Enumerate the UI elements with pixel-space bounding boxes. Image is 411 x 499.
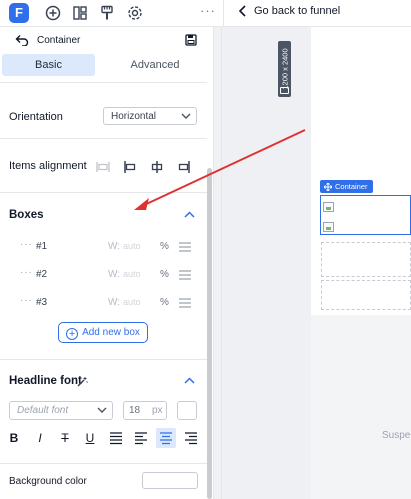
font-family-placeholder: Default font — [17, 405, 69, 416]
align-start-icon[interactable] — [123, 160, 137, 174]
monitor-icon — [280, 87, 289, 94]
chevron-down-icon — [181, 113, 191, 119]
panel-divider — [213, 27, 222, 499]
drag-handle-icon[interactable]: ··· — [20, 267, 33, 278]
page-section — [311, 315, 411, 499]
unit-label: % — [160, 269, 169, 280]
save-icon[interactable] — [185, 34, 197, 46]
boxes-section-title: Boxes — [9, 209, 44, 221]
items-alignment-label: Items alignment — [9, 160, 87, 172]
chevron-up-icon[interactable] — [184, 377, 195, 384]
align-end-icon[interactable] — [177, 160, 191, 174]
more-icon[interactable]: ··· — [200, 3, 216, 18]
width-input[interactable]: auto — [123, 297, 141, 307]
chevron-left-icon — [238, 5, 246, 17]
divider — [0, 138, 207, 139]
panel-header: Container — [0, 27, 212, 55]
box-name: #3 — [36, 297, 48, 308]
orientation-select[interactable]: Horizontal — [103, 107, 197, 125]
background-color-swatch[interactable] — [142, 472, 198, 489]
chevron-up-icon[interactable] — [184, 211, 195, 218]
selected-container[interactable] — [320, 195, 411, 235]
magic-wand-icon[interactable] — [77, 376, 88, 387]
align-justify-icon[interactable] — [107, 429, 125, 447]
layout-icon[interactable] — [71, 4, 89, 22]
box-row: ··· #1 W: auto % — [0, 239, 207, 259]
canvas: 1200 x 2400 Container — [222, 27, 411, 499]
menu-icon[interactable] — [179, 270, 191, 280]
drag-handle-icon[interactable]: ··· — [20, 239, 33, 250]
width-label: W: — [108, 297, 121, 308]
container-tag-label: Container — [335, 182, 368, 191]
app-logo[interactable]: F — [9, 3, 29, 23]
back-arrow-icon[interactable] — [15, 34, 29, 46]
bold-button[interactable]: B — [5, 429, 23, 447]
font-size-unit: px — [152, 405, 163, 416]
box-row: ··· #3 W: auto % — [0, 295, 207, 315]
align-right-icon[interactable] — [182, 429, 200, 447]
drag-handle-icon[interactable]: ··· — [20, 295, 33, 306]
font-size-value: 18 — [129, 405, 141, 416]
panel-scrollbar[interactable] — [207, 168, 212, 499]
settings-icon[interactable] — [126, 4, 144, 22]
align-center-text-icon[interactable] — [156, 428, 176, 448]
add-new-box-label: Add new box — [82, 327, 140, 338]
divider — [223, 0, 224, 27]
divider — [0, 463, 207, 464]
canvas-text: Suspe — [382, 430, 411, 441]
width-label: W: — [108, 269, 121, 280]
align-stretch-icon[interactable] — [96, 160, 110, 174]
add-icon[interactable] — [44, 4, 62, 22]
move-icon — [324, 182, 332, 191]
empty-box[interactable] — [321, 280, 411, 310]
container-tag[interactable]: Container — [320, 180, 373, 193]
orientation-label: Orientation — [9, 111, 63, 123]
broken-image-icon — [323, 202, 334, 212]
unit-label: % — [160, 241, 169, 252]
broken-image-icon — [323, 222, 334, 232]
divider — [0, 359, 207, 360]
chevron-down-icon — [97, 407, 107, 413]
divider — [0, 82, 207, 83]
font-color-swatch[interactable] — [177, 401, 197, 420]
box-name: #2 — [36, 269, 48, 280]
headline-font-title: Headline font — [9, 375, 82, 387]
font-size-input[interactable]: 18 px — [123, 401, 167, 420]
divider — [0, 192, 207, 193]
box-name: #1 — [36, 241, 48, 252]
box-row: ··· #2 W: auto % — [0, 267, 207, 287]
plus-circle-icon: + — [66, 328, 79, 340]
dimensions-badge: 1200 x 2400 — [278, 41, 291, 97]
align-left-icon[interactable] — [132, 429, 150, 447]
add-new-box-button[interactable]: + Add new box — [58, 322, 148, 343]
tab-advanced[interactable]: Advanced — [100, 54, 210, 76]
go-back-label: Go back to funnel — [254, 5, 341, 17]
empty-box[interactable] — [321, 242, 411, 277]
background-color-label: Background color — [9, 476, 87, 487]
panel-title: Container — [37, 35, 81, 46]
width-input[interactable]: auto — [123, 269, 141, 279]
go-back-to-funnel-link[interactable]: Go back to funnel — [238, 5, 340, 17]
width-input[interactable]: auto — [123, 241, 141, 251]
paint-brush-icon[interactable] — [98, 4, 116, 22]
width-label: W: — [108, 241, 121, 252]
menu-icon[interactable] — [179, 298, 191, 308]
underline-button[interactable]: U — [81, 429, 99, 447]
dimensions-label: 1200 x 2400 — [280, 48, 289, 90]
align-center-icon[interactable] — [150, 160, 164, 174]
strikethrough-button[interactable]: T — [56, 429, 74, 447]
italic-button[interactable]: I — [31, 429, 49, 447]
menu-icon[interactable] — [179, 242, 191, 252]
tab-basic[interactable]: Basic — [2, 54, 95, 76]
top-bar: F ··· Go back to funnel — [0, 0, 411, 27]
tab-bar: Basic Advanced — [0, 54, 212, 77]
settings-panel: Container Basic Advanced Orientation Hor… — [0, 27, 212, 499]
font-family-select[interactable]: Default font — [9, 401, 113, 420]
orientation-value: Horizontal — [111, 111, 157, 122]
unit-label: % — [160, 297, 169, 308]
